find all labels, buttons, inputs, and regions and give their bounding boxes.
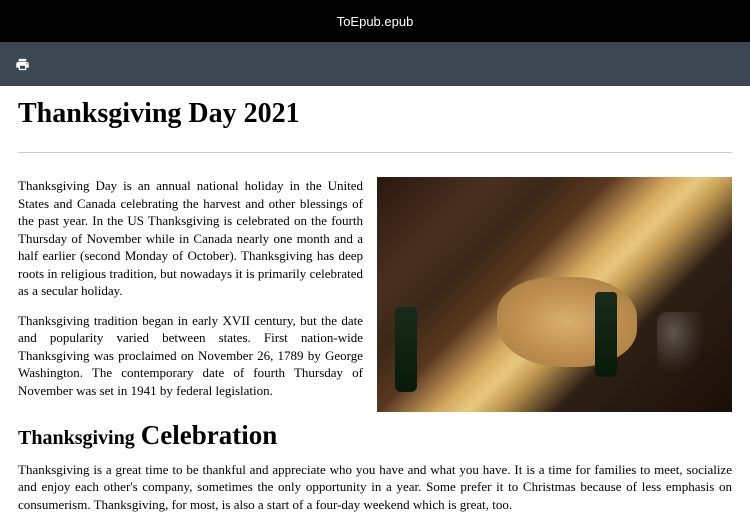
thanksgiving-dinner-image xyxy=(377,177,732,412)
page-title: Thanksgiving Day 2021 xyxy=(18,98,732,130)
print-icon xyxy=(15,57,30,72)
divider xyxy=(18,152,732,153)
document-content: Thanksgiving Day 2021 Thanksgiving Day i… xyxy=(0,86,750,519)
subheading-word-1: Thanksgiving xyxy=(18,427,135,449)
toolbar xyxy=(0,42,750,86)
titlebar: ToEpub.epub xyxy=(0,0,750,42)
paragraph-3: Thanksgiving is a great time to be thank… xyxy=(18,461,732,514)
section-heading-celebration: Thanksgiving Celebration xyxy=(18,420,732,451)
subheading-word-2: Celebration xyxy=(141,420,277,450)
window-title: ToEpub.epub xyxy=(337,14,414,29)
print-button[interactable] xyxy=(10,52,34,76)
